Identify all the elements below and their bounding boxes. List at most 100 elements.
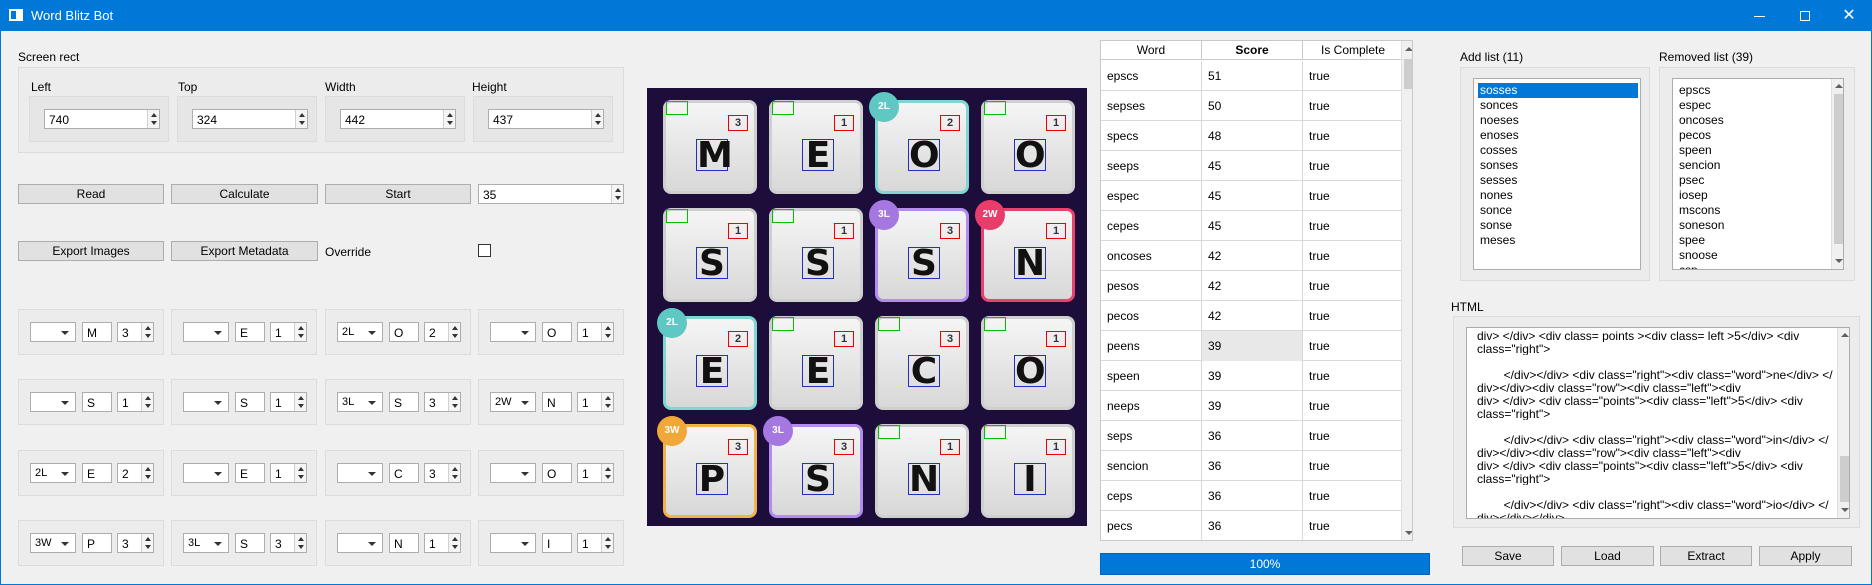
list-item[interactable]: mscons bbox=[1677, 203, 1827, 218]
spin-down-icon[interactable] bbox=[298, 545, 304, 549]
letter-input[interactable]: C bbox=[389, 463, 419, 483]
export-images-button[interactable]: Export Images bbox=[18, 241, 164, 261]
score-spin-arrows[interactable] bbox=[294, 393, 306, 411]
score-spinbox[interactable]: 3 bbox=[117, 322, 154, 342]
table-row[interactable]: specs 48 true bbox=[1101, 121, 1404, 151]
left-spin-arrows[interactable] bbox=[147, 110, 159, 128]
spin-up-icon[interactable] bbox=[145, 396, 151, 400]
letter-input[interactable]: O bbox=[542, 322, 572, 342]
modifier-dropdown[interactable]: 3L bbox=[183, 533, 229, 553]
letter-input[interactable]: E bbox=[235, 322, 265, 342]
score-spinbox[interactable]: 2 bbox=[424, 322, 461, 342]
spin-down-icon[interactable] bbox=[298, 334, 304, 338]
score-spinbox[interactable]: 3 bbox=[270, 533, 307, 553]
scroll-up-icon[interactable] bbox=[1405, 47, 1412, 51]
score-spinbox[interactable]: 1 bbox=[270, 463, 307, 483]
spin-down-icon[interactable] bbox=[145, 475, 151, 479]
score-spin-arrows[interactable] bbox=[294, 323, 306, 341]
spin-down-icon[interactable] bbox=[605, 475, 611, 479]
list-item[interactable]: sosses bbox=[1478, 83, 1638, 98]
spin-up-icon[interactable] bbox=[605, 396, 611, 400]
spin-up-icon[interactable] bbox=[605, 326, 611, 330]
top-spin-arrows[interactable] bbox=[295, 110, 307, 128]
score-spinbox[interactable]: 1 bbox=[577, 463, 614, 483]
override-checkbox[interactable] bbox=[478, 244, 491, 257]
html-scrollbar[interactable] bbox=[1837, 328, 1849, 518]
modifier-dropdown[interactable]: 3W bbox=[30, 533, 76, 553]
column-header-score[interactable]: Score bbox=[1202, 41, 1303, 60]
minimize-button[interactable] bbox=[1736, 0, 1782, 31]
spin-down-icon[interactable] bbox=[452, 475, 458, 479]
table-row[interactable]: pesos 42 true bbox=[1101, 271, 1404, 301]
score-spin-arrows[interactable] bbox=[601, 393, 613, 411]
spin-up-icon[interactable] bbox=[452, 537, 458, 541]
list-item[interactable]: enoses bbox=[1478, 128, 1638, 143]
modifier-dropdown[interactable] bbox=[337, 463, 383, 483]
list-item[interactable]: spee bbox=[1677, 233, 1827, 248]
modifier-dropdown[interactable]: 2L bbox=[30, 463, 76, 483]
table-row[interactable]: sepses 50 true bbox=[1101, 91, 1404, 121]
scroll-up-icon[interactable] bbox=[1841, 333, 1849, 337]
extract-button[interactable]: Extract bbox=[1660, 546, 1752, 566]
close-button[interactable]: ✕ bbox=[1826, 0, 1872, 31]
list-item[interactable]: epscs bbox=[1677, 83, 1827, 98]
start-count-spinbox[interactable]: 35 bbox=[478, 184, 624, 204]
letter-input[interactable]: O bbox=[389, 322, 419, 342]
read-button[interactable]: Read bbox=[18, 184, 164, 204]
letter-input[interactable]: E bbox=[82, 463, 112, 483]
width-spin-arrows[interactable] bbox=[443, 110, 455, 128]
spin-down-icon[interactable] bbox=[452, 334, 458, 338]
letter-input[interactable]: O bbox=[542, 463, 572, 483]
spin-up-icon[interactable] bbox=[145, 326, 151, 330]
modifier-dropdown[interactable]: 3L bbox=[337, 392, 383, 412]
letter-input[interactable]: N bbox=[389, 533, 419, 553]
export-metadata-button[interactable]: Export Metadata bbox=[171, 241, 318, 261]
table-row[interactable]: cepes 45 true bbox=[1101, 211, 1404, 241]
modifier-dropdown[interactable] bbox=[183, 322, 229, 342]
removed-list-box[interactable]: epscs espec oncoses pecos speen sencion psec io… bbox=[1672, 78, 1844, 270]
modifier-dropdown[interactable] bbox=[490, 533, 536, 553]
score-spin-arrows[interactable] bbox=[448, 534, 460, 552]
spin-up-icon[interactable] bbox=[145, 467, 151, 471]
spin-down-icon[interactable] bbox=[605, 334, 611, 338]
start-count-spin-arrows[interactable] bbox=[611, 185, 623, 203]
calculate-button[interactable]: Calculate bbox=[171, 184, 318, 204]
modifier-dropdown[interactable] bbox=[490, 322, 536, 342]
removed-list-scrollbar[interactable] bbox=[1831, 79, 1843, 269]
spin-down-icon[interactable] bbox=[145, 404, 151, 408]
list-item[interactable]: sonses bbox=[1478, 158, 1638, 173]
spin-up-icon[interactable] bbox=[605, 467, 611, 471]
list-item[interactable]: sonce bbox=[1478, 203, 1638, 218]
list-item[interactable]: sencion bbox=[1677, 158, 1827, 173]
removed-list-scroll-thumb[interactable] bbox=[1834, 94, 1843, 244]
table-row[interactable]: sencion 36 true bbox=[1101, 451, 1404, 481]
list-item[interactable]: sonces bbox=[1478, 98, 1638, 113]
left-spinbox[interactable]: 740 bbox=[44, 109, 160, 129]
table-row[interactable]: seeps 45 true bbox=[1101, 151, 1404, 181]
html-scroll-thumb[interactable] bbox=[1840, 456, 1849, 502]
spin-up-icon[interactable] bbox=[298, 326, 304, 330]
table-row[interactable]: espec 45 true bbox=[1101, 181, 1404, 211]
letter-input[interactable]: I bbox=[542, 533, 572, 553]
scroll-down-icon[interactable] bbox=[1835, 259, 1843, 263]
list-item[interactable]: noeses bbox=[1478, 113, 1638, 128]
spin-up-icon[interactable] bbox=[298, 537, 304, 541]
list-item[interactable]: iosep bbox=[1677, 188, 1827, 203]
list-item[interactable]: speen bbox=[1677, 143, 1827, 158]
score-spinbox[interactable]: 1 bbox=[424, 533, 461, 553]
score-spin-arrows[interactable] bbox=[601, 534, 613, 552]
spin-down-icon[interactable] bbox=[145, 545, 151, 549]
words-table[interactable]: Word Score Is Complete epscs 51 true sepses… bbox=[1100, 40, 1413, 541]
score-spin-arrows[interactable] bbox=[448, 464, 460, 482]
list-item[interactable]: csp bbox=[1677, 263, 1827, 269]
top-spinbox[interactable]: 324 bbox=[192, 109, 308, 129]
apply-button[interactable]: Apply bbox=[1759, 546, 1852, 566]
table-scroll-thumb[interactable] bbox=[1404, 59, 1412, 89]
score-spin-arrows[interactable] bbox=[601, 464, 613, 482]
score-spinbox[interactable]: 3 bbox=[424, 392, 461, 412]
table-row[interactable]: speen 39 true bbox=[1101, 361, 1404, 391]
score-spinbox[interactable]: 1 bbox=[577, 392, 614, 412]
score-spinbox[interactable]: 3 bbox=[424, 463, 461, 483]
score-spinbox[interactable]: 1 bbox=[270, 322, 307, 342]
score-spin-arrows[interactable] bbox=[141, 534, 153, 552]
